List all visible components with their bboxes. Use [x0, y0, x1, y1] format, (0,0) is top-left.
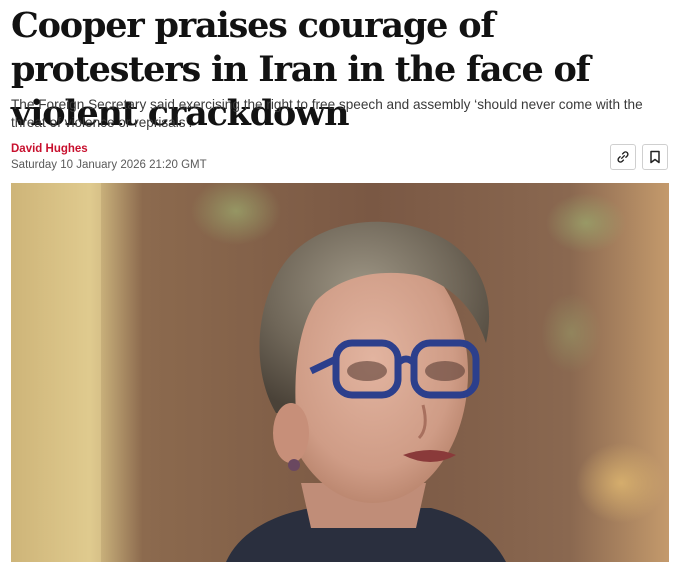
author-link[interactable]: David Hughes — [11, 143, 88, 155]
article-standfirst: The Foreign Secretary said exercising th… — [11, 97, 643, 130]
publish-date: Saturday 10 January 2026 21:20 GMT — [11, 159, 207, 171]
bookmark-button[interactable] — [642, 144, 668, 170]
copy-link-button[interactable] — [610, 144, 636, 170]
hero-image — [11, 183, 669, 562]
article: Cooper praises courage of protesters in … — [0, 0, 680, 562]
link-icon — [616, 150, 630, 164]
bookmark-icon — [649, 150, 661, 164]
